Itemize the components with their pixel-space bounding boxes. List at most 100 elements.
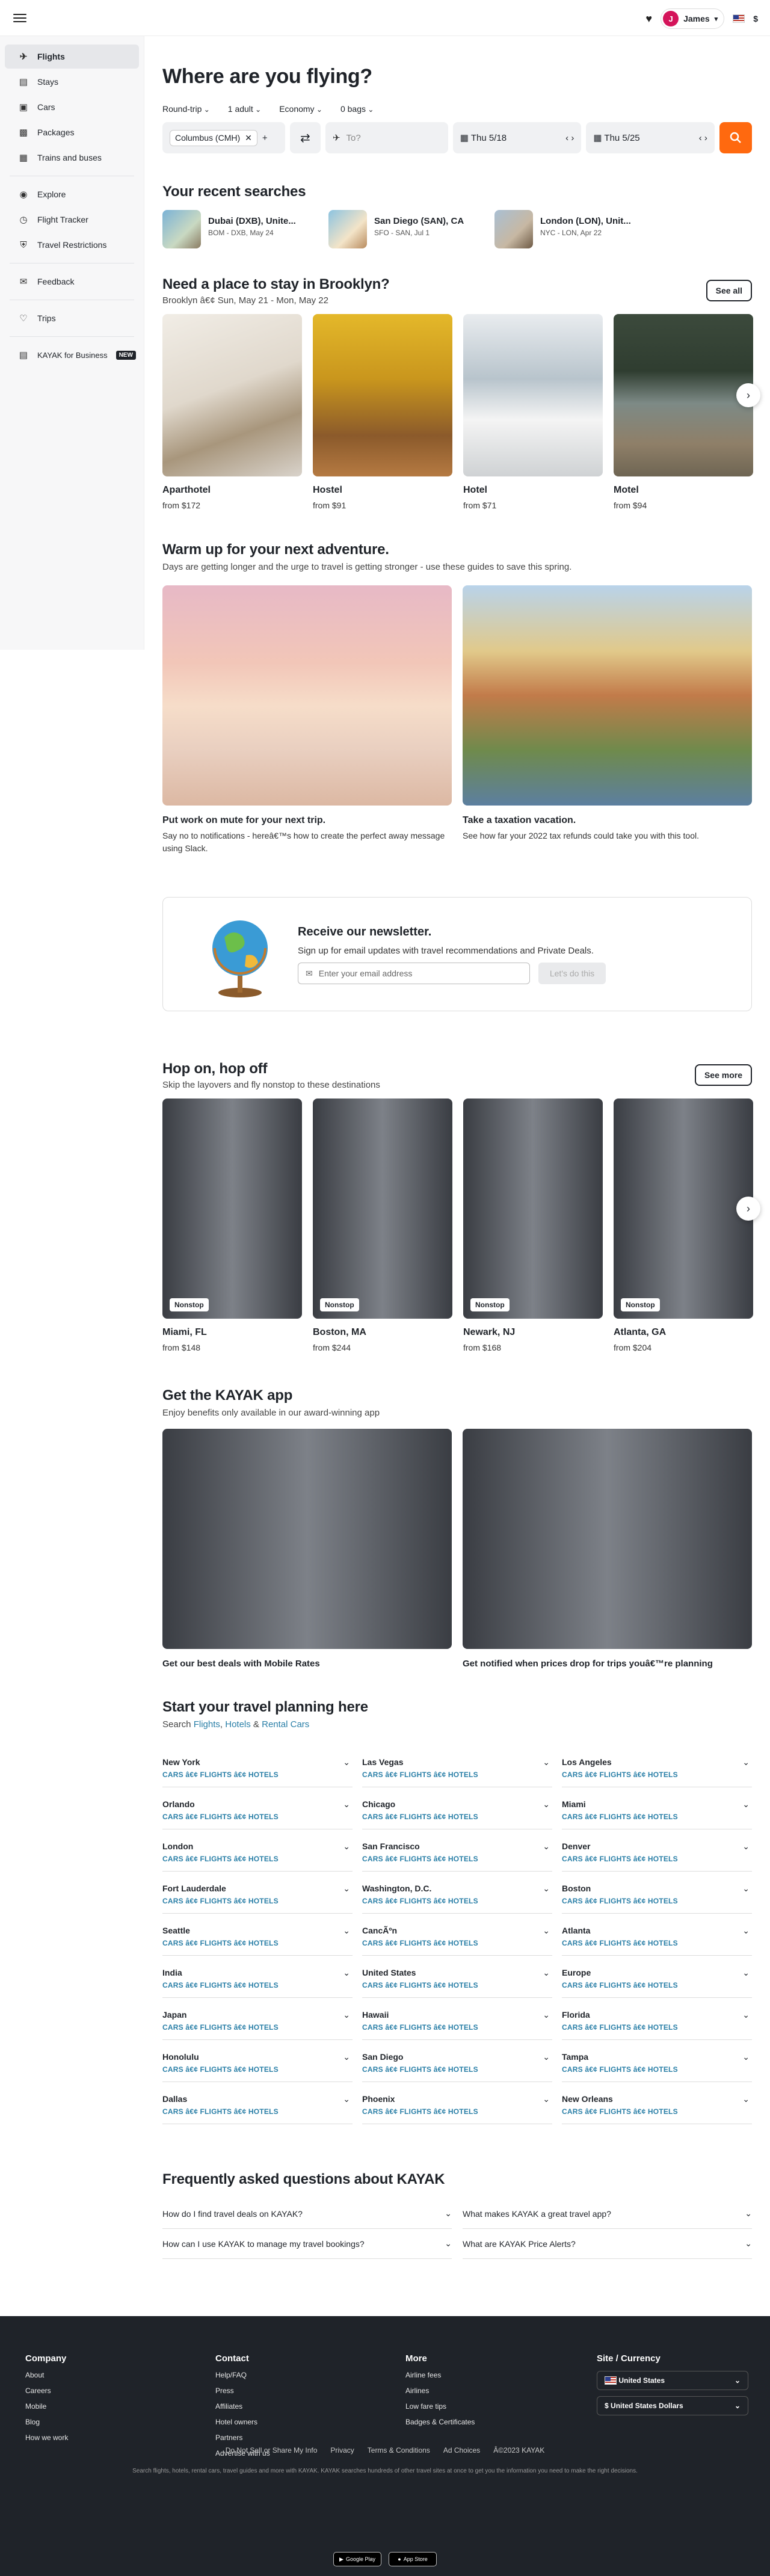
destination-card[interactable]: Nonstop Newark, NJ from $168 [463,1098,603,1352]
date-arrows-icon[interactable]: ‹ › [565,133,574,143]
city-item[interactable]: Washington, D.C. CARS â€¢ FLIGHTS â€¢ HOT… [362,1872,552,1914]
recent-search-item[interactable]: San Diego (SAN), CA SFO - SAN, Jul 1 [328,210,479,248]
footer-link[interactable]: Affiliates [215,2402,270,2411]
travelers-select[interactable]: 1 adult [228,104,261,114]
footer-link[interactable]: Press [215,2386,270,2395]
city-links[interactable]: CARS â€¢ FLIGHTS â€¢ HOTELS [162,1855,353,1863]
city-links[interactable]: CARS â€¢ FLIGHTS â€¢ HOTELS [562,1897,752,1905]
next-arrow-button[interactable]: › [736,1197,760,1221]
footer-link[interactable]: Careers [25,2386,68,2395]
sidebar-item-flight-tracker[interactable]: ◷ Flight Tracker [5,208,139,232]
sidebar-item-business[interactable]: ▤ KAYAK for Business NEW [5,343,139,367]
next-arrow-button[interactable]: › [736,383,760,407]
guide-card[interactable]: Take a taxation vacation. See how far you… [463,585,752,855]
footer-bottom-link[interactable]: Terms & Conditions [368,2446,430,2454]
sidebar-item-feedback[interactable]: ✉ Feedback [5,270,139,294]
recent-search-item[interactable]: London (LON), Unit... NYC - LON, Apr 22 [494,210,645,248]
sidebar-item-cars[interactable]: ▣ Cars [5,95,139,119]
guide-card[interactable]: Put work on mute for your next trip. Say … [162,585,452,855]
app-card[interactable]: Get notified when prices drop for trips … [463,1429,752,1669]
city-item[interactable]: Boston CARS â€¢ FLIGHTS â€¢ HOTELS ⌄ [562,1872,752,1914]
city-item[interactable]: Phoenix CARS â€¢ FLIGHTS â€¢ HOTELS ⌄ [362,2082,552,2124]
city-links[interactable]: CARS â€¢ FLIGHTS â€¢ HOTELS [562,1813,752,1821]
country-select[interactable]: United States ⌄ [597,2371,748,2390]
destination-card[interactable]: Nonstop Atlanta, GA from $204 [614,1098,753,1352]
origin-chip[interactable]: Columbus (CMH) ✕ [170,129,257,146]
city-item[interactable]: Denver CARS â€¢ FLIGHTS â€¢ HOTELS ⌄ [562,1829,752,1872]
city-links[interactable]: CARS â€¢ FLIGHTS â€¢ HOTELS [162,1770,353,1779]
date-arrows-icon[interactable]: ‹ › [699,133,707,143]
city-item[interactable]: Florida CARS â€¢ FLIGHTS â€¢ HOTELS ⌄ [562,1998,752,2040]
currency-select[interactable]: $ United States Dollars ⌄ [597,2396,748,2415]
footer-link[interactable]: Partners [215,2433,270,2442]
footer-link[interactable]: Blog [25,2418,68,2426]
sidebar-item-trips[interactable]: ♡ Trips [5,306,139,330]
city-links[interactable]: CARS â€¢ FLIGHTS â€¢ HOTELS [362,1897,552,1905]
city-links[interactable]: CARS â€¢ FLIGHTS â€¢ HOTELS [162,2023,353,2032]
city-links[interactable]: CARS â€¢ FLIGHTS â€¢ HOTELS [362,1813,552,1821]
city-item[interactable]: New Orleans CARS â€¢ FLIGHTS â€¢ HOTELS ⌄ [562,2082,752,2124]
sidebar-item-travel-restrictions[interactable]: ⛨ Travel Restrictions [5,233,139,257]
footer-bottom-link[interactable]: Ad Choices [443,2446,480,2454]
footer-bottom-link[interactable]: Do Not Sell or Share My Info [226,2446,318,2454]
footer-link[interactable]: Mobile [25,2402,68,2411]
city-links[interactable]: CARS â€¢ FLIGHTS â€¢ HOTELS [162,1813,353,1821]
stay-card[interactable]: Motel from $94 [614,314,753,510]
city-links[interactable]: CARS â€¢ FLIGHTS â€¢ HOTELS [162,2065,353,2074]
city-item[interactable]: Dallas CARS â€¢ FLIGHTS â€¢ HOTELS ⌄ [162,2082,353,2124]
city-item[interactable]: Honolulu CARS â€¢ FLIGHTS â€¢ HOTELS ⌄ [162,2040,353,2082]
cabin-select[interactable]: Economy [279,104,322,114]
stay-card[interactable]: Aparthotel from $172 [162,314,302,510]
return-date-field[interactable]: ▦ Thu 5/25 ‹ › [586,122,715,153]
currency-label[interactable]: $ [753,14,758,23]
footer-link[interactable]: Help/FAQ [215,2371,270,2379]
footer-link[interactable]: How we work [25,2433,68,2442]
city-links[interactable]: CARS â€¢ FLIGHTS â€¢ HOTELS [562,2065,752,2074]
app-store-button[interactable]: ● App Store [389,2552,437,2566]
city-item[interactable]: Los Angeles CARS â€¢ FLIGHTS â€¢ HOTELS ⌄ [562,1745,752,1787]
city-item[interactable]: London CARS â€¢ FLIGHTS â€¢ HOTELS ⌄ [162,1829,353,1872]
account-button[interactable]: J James ▾ [661,8,725,29]
city-item[interactable]: Hawaii CARS â€¢ FLIGHTS â€¢ HOTELS ⌄ [362,1998,552,2040]
city-links[interactable]: CARS â€¢ FLIGHTS â€¢ HOTELS [362,2065,552,2074]
depart-date-field[interactable]: ▦ Thu 5/18 ‹ › [452,122,582,153]
footer-link[interactable]: Low fare tips [405,2402,475,2411]
faq-item[interactable]: What makes KAYAK a great travel app? ⌄ [463,2199,752,2229]
city-item[interactable]: Miami CARS â€¢ FLIGHTS â€¢ HOTELS ⌄ [562,1787,752,1829]
city-links[interactable]: CARS â€¢ FLIGHTS â€¢ HOTELS [162,1897,353,1905]
city-links[interactable]: CARS â€¢ FLIGHTS â€¢ HOTELS [162,2107,353,2116]
city-item[interactable]: San Francisco CARS â€¢ FLIGHTS â€¢ HOTELS… [362,1829,552,1872]
city-item[interactable]: New York CARS â€¢ FLIGHTS â€¢ HOTELS ⌄ [162,1745,353,1787]
footer-link[interactable]: Airlines [405,2386,475,2395]
see-all-button[interactable]: See all [706,280,752,301]
city-links[interactable]: CARS â€¢ FLIGHTS â€¢ HOTELS [362,2107,552,2116]
city-item[interactable]: United States CARS â€¢ FLIGHTS â€¢ HOTELS… [362,1956,552,1998]
city-links[interactable]: CARS â€¢ FLIGHTS â€¢ HOTELS [562,1939,752,1947]
faq-item[interactable]: How can I use KAYAK to manage my travel … [162,2229,452,2259]
city-links[interactable]: CARS â€¢ FLIGHTS â€¢ HOTELS [562,1981,752,1989]
sidebar-item-flights[interactable]: ✈ Flights [5,45,139,69]
footer-link[interactable]: Badges & Certificates [405,2418,475,2426]
close-icon[interactable]: ✕ [245,133,252,143]
footer-link[interactable]: Airline fees [405,2371,475,2379]
sidebar-item-stays[interactable]: ▤ Stays [5,70,139,94]
city-links[interactable]: CARS â€¢ FLIGHTS â€¢ HOTELS [362,1770,552,1779]
menu-icon[interactable] [13,13,26,22]
city-item[interactable]: Europe CARS â€¢ FLIGHTS â€¢ HOTELS ⌄ [562,1956,752,1998]
destination-field[interactable]: ✈ To? [325,122,448,153]
app-card[interactable]: Get our best deals with Mobile Rates [162,1429,452,1669]
subscribe-button[interactable]: Let's do this [538,963,606,984]
sidebar-item-packages[interactable]: ▩ Packages [5,120,139,144]
rental-cars-link[interactable]: Rental Cars [262,1719,309,1730]
city-item[interactable]: Chicago CARS â€¢ FLIGHTS â€¢ HOTELS ⌄ [362,1787,552,1829]
faq-item[interactable]: How do I find travel deals on KAYAK? ⌄ [162,2199,452,2229]
city-links[interactable]: CARS â€¢ FLIGHTS â€¢ HOTELS [362,2023,552,2032]
origin-field[interactable]: Columbus (CMH) ✕ + [162,122,285,153]
city-item[interactable]: Atlanta CARS â€¢ FLIGHTS â€¢ HOTELS ⌄ [562,1914,752,1956]
bags-select[interactable]: 0 bags [340,104,374,114]
destination-card[interactable]: Nonstop Boston, MA from $244 [313,1098,452,1352]
city-item[interactable]: CancÃºn CARS â€¢ FLIGHTS â€¢ HOTELS ⌄ [362,1914,552,1956]
sidebar-item-trains[interactable]: ▦ Trains and buses [5,146,139,170]
city-links[interactable]: CARS â€¢ FLIGHTS â€¢ HOTELS [362,1981,552,1989]
swap-button[interactable]: ⇄ [289,122,321,153]
